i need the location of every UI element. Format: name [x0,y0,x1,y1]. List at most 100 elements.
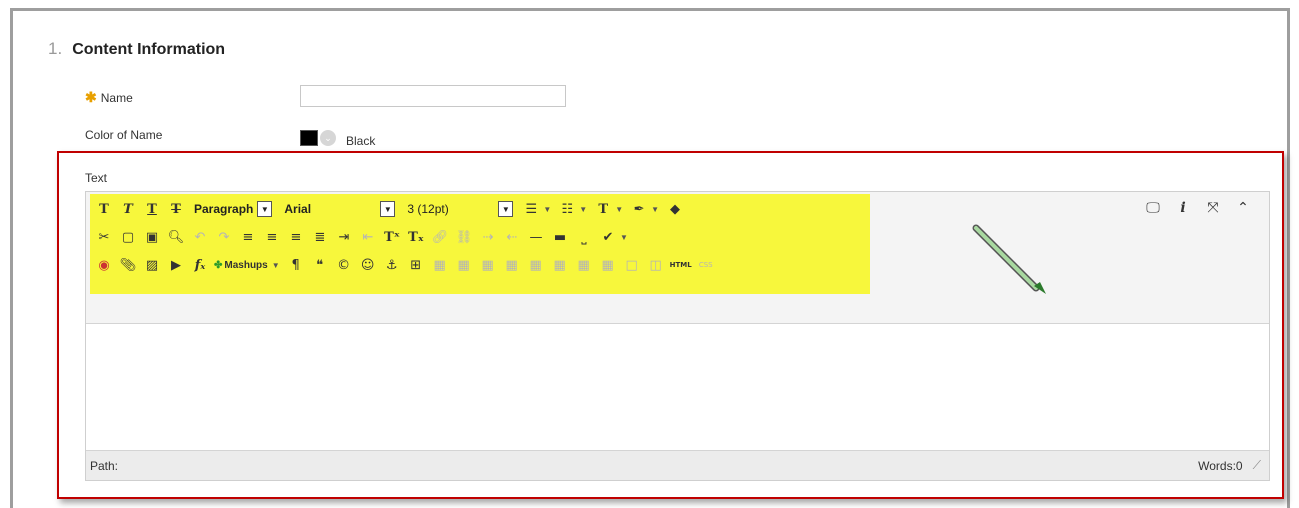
page-frame: 1. Content Information ✱ Name Color of Na… [10,8,1290,508]
horizontal-rule-icon[interactable]: — [526,227,546,247]
chevron-down-icon[interactable]: ▼ [579,205,587,214]
outdent-icon[interactable]: ⇤ [358,227,378,247]
chevron-down-icon[interactable]: ▼ [498,201,514,217]
merge-cells-icon[interactable]: □ [622,255,642,275]
font-size-select[interactable]: 3 (12pt) ▼ [403,201,514,217]
delete-col-icon[interactable]: ▦ [574,255,594,275]
collapse-toolbar-icon[interactable]: ⌃ [1233,198,1253,218]
path-label: Path: [90,458,119,473]
delete-row-icon[interactable]: ▦ [502,255,522,275]
insert-image-icon[interactable]: ▨ [142,255,162,275]
color-swatch[interactable] [300,130,318,146]
chevron-down-icon[interactable]: ▼ [272,261,280,270]
cell-props-icon[interactable]: ▦ [598,255,618,275]
html-source-button[interactable]: HTML [670,255,692,275]
copy-icon[interactable]: ▢ [118,227,138,247]
link-icon[interactable]: 🔗︎ [430,227,450,247]
insert-table-icon[interactable]: ⊞ [406,255,426,275]
bullet-list-icon[interactable]: ☰ [521,199,541,219]
text-editor[interactable]: T T T T Paragraph ▼ Arial ▼ 3 (12pt) ▼ ☰… [85,191,1270,481]
name-label: ✱ Name [85,89,133,106]
section-number: 1. [48,39,63,58]
font-family-value: Arial [284,202,312,216]
chevron-down-icon[interactable]: ▼ [620,233,628,242]
record-icon[interactable]: ◉ [94,255,114,275]
toolbar-row-2: ✂ ▢ ▣ 🔍︎ ↶ ↷ ≡ ≡ ≡ ≣ ⇥ ⇤ Tˣ Tₓ 🔗︎ ⛓ ⇢ ⇠ … [94,226,634,248]
horizontal-line-icon[interactable]: ▬ [550,227,570,247]
eraser-icon[interactable]: ◆ [665,199,685,219]
align-left-icon[interactable]: ≡ [238,227,258,247]
superscript-icon[interactable]: Tˣ [382,227,402,247]
toolbar-row-3: ◉ 📎︎ ▨ ▶ fₓ ✤ Mashups ▼ ¶ ❝ © ☺ ⚓ ⊞ ▦ ▦ ▦… [94,254,720,276]
col-after-icon[interactable]: ▦ [550,255,570,275]
color-value: Black [346,134,376,148]
align-center-icon[interactable]: ≡ [262,227,282,247]
subscript-icon[interactable]: Tₓ [406,227,426,247]
color-of-name-label: Color of Name [85,128,163,142]
chevron-down-icon[interactable]: ▼ [651,205,659,214]
required-icon: ✱ [85,89,97,105]
resize-grip-icon[interactable]: ⟋ [1253,458,1261,473]
row-before-icon[interactable]: ▦ [454,255,474,275]
undo-icon[interactable]: ↶ [190,227,210,247]
nonbreaking-space-icon[interactable]: ⎵ [574,227,594,247]
preview-icon[interactable]: 🖵 [1143,198,1163,218]
emoticon-icon[interactable]: ☺ [358,255,378,275]
col-before-icon[interactable]: ▦ [526,255,546,275]
section-title: Content Information [72,41,226,58]
toolbar-row-1: T T T T Paragraph ▼ Arial ▼ 3 (12pt) ▼ ☰… [94,198,689,220]
chevron-down-icon[interactable]: ▼ [615,205,623,214]
font-size-value: 3 (12pt) [407,202,449,216]
numbered-list-icon[interactable]: ☷ [557,199,577,219]
split-cells-icon[interactable]: ◫ [646,255,666,275]
color-picker[interactable]: ⌄ Black [300,128,375,148]
anchor-icon[interactable]: ⚓ [382,255,402,275]
table-props-icon[interactable]: ▦ [430,255,450,275]
ltr-icon[interactable]: ⇢ [478,227,498,247]
info-icon[interactable]: i [1173,198,1193,218]
chevron-down-icon[interactable]: ⌄ [320,130,336,146]
fullscreen-icon[interactable]: ⤧ [1203,198,1223,218]
redo-icon[interactable]: ↷ [214,227,234,247]
align-right-icon[interactable]: ≡ [286,227,306,247]
editor-right-tools: 🖵 i ⤧ ⌃ [1137,198,1257,218]
highlight-pen-icon[interactable]: ✒ [629,199,649,219]
insert-media-icon[interactable]: ▶ [166,255,186,275]
mashups-menu[interactable]: ✤ Mashups [214,260,268,271]
editor-content-area[interactable] [86,324,1269,450]
cut-icon[interactable]: ✂ [94,227,114,247]
paste-icon[interactable]: ▣ [142,227,162,247]
name-input[interactable] [300,85,566,107]
spellcheck-icon[interactable]: ✔ [598,227,618,247]
math-formula-icon[interactable]: fₓ [190,255,210,275]
paragraph-mark-icon[interactable]: ¶ [286,255,306,275]
text-color-icon[interactable]: T [593,199,613,219]
word-count: Words:0 [1198,458,1243,473]
mashups-icon: ✤ [214,259,223,271]
unlink-icon[interactable]: ⛓ [454,227,474,247]
strikethrough-icon[interactable]: T [166,199,186,219]
css-button[interactable]: CSS [696,255,716,275]
indent-icon[interactable]: ⇥ [334,227,354,247]
format-block-value: Paragraph [194,202,254,216]
mashups-label: Mashups [224,259,268,271]
underline-icon[interactable]: T [142,199,162,219]
chevron-down-icon[interactable]: ▼ [380,201,396,217]
name-label-text: Name [100,91,133,105]
font-family-select[interactable]: Arial ▼ [280,201,396,217]
format-block-select[interactable]: Paragraph ▼ [190,201,273,217]
chevron-down-icon[interactable]: ▼ [543,205,551,214]
special-char-icon[interactable]: © [334,255,354,275]
find-icon[interactable]: 🔍︎ [166,227,186,247]
italic-icon[interactable]: T [118,199,138,219]
align-justify-icon[interactable]: ≣ [310,227,330,247]
section-header: 1. Content Information [48,39,225,59]
text-label: Text [85,171,108,185]
blockquote-icon[interactable]: ❝ [310,255,330,275]
attach-file-icon[interactable]: 📎︎ [118,255,138,275]
chevron-down-icon[interactable]: ▼ [257,201,273,217]
rtl-icon[interactable]: ⇠ [502,227,522,247]
row-after-icon[interactable]: ▦ [478,255,498,275]
editor-toolbar: T T T T Paragraph ▼ Arial ▼ 3 (12pt) ▼ ☰… [86,192,1269,324]
bold-icon[interactable]: T [94,199,114,219]
